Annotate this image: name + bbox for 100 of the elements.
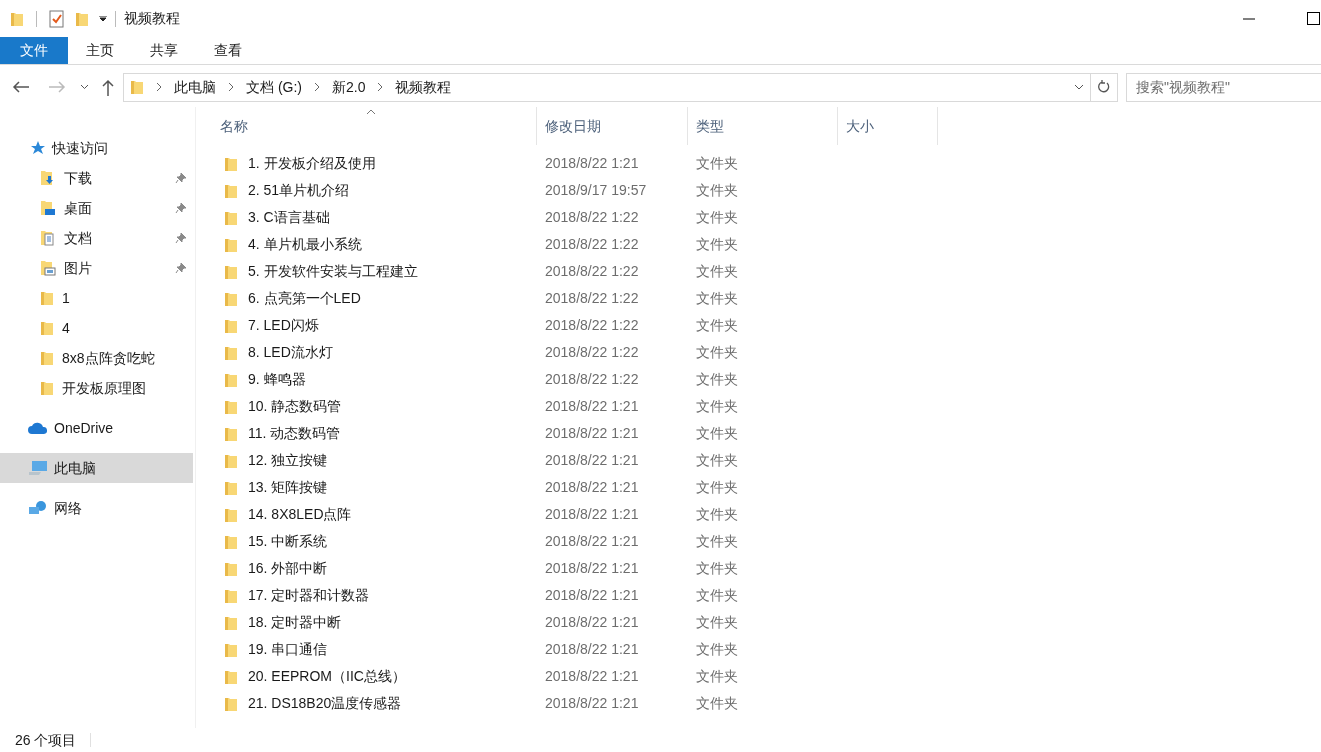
chevron-right-icon[interactable] [314, 82, 320, 92]
type-cell-text: 文件夹 [695, 559, 739, 578]
file-name[interactable]: 15. 中断系统 [248, 531, 328, 552]
refresh-icon[interactable] [1097, 80, 1111, 94]
type-cell-text: 文件夹 [695, 505, 739, 524]
folder-icon [224, 182, 238, 199]
sort-caret-icon [366, 109, 376, 115]
type-cell-text: 文件夹 [695, 316, 739, 335]
computer-icon [28, 460, 48, 476]
type-cell-text: 文件夹 [695, 451, 739, 470]
folder-icon [224, 317, 238, 334]
file-name[interactable]: 13. 矩阵按键 [248, 477, 328, 498]
chevron-right-icon[interactable] [156, 82, 162, 92]
properties-icon[interactable] [49, 9, 65, 28]
ribbon-tab[interactable]: 共享 [132, 37, 196, 64]
nav-item[interactable]: OneDrive [0, 413, 193, 443]
column-header[interactable]: 类型 [688, 107, 838, 145]
folder-icon [40, 320, 54, 336]
documents-folder-icon [40, 230, 56, 246]
back-arrow-icon[interactable] [12, 80, 30, 94]
breadcrumb[interactable]: 新2.0 [320, 76, 378, 98]
date-cell-text: 2018/8/22 1:21 [544, 667, 640, 686]
nav-item[interactable]: 下载 [0, 163, 193, 193]
type-cell-text: 文件夹 [695, 289, 739, 308]
date-cell-text: 2018/8/22 1:22 [544, 316, 640, 335]
nav-item[interactable]: 1 [0, 283, 193, 313]
file-name[interactable]: 21. DS18B20温度传感器 [248, 693, 402, 714]
file-name[interactable]: 1. 开发板介绍及使用 [248, 153, 376, 174]
type-cell-text: 文件夹 [695, 181, 739, 200]
nav-item[interactable]: 桌面 [0, 193, 193, 223]
file-name[interactable]: 10. 静态数码管 [248, 396, 342, 417]
date-cell-text: 2018/8/22 1:22 [544, 208, 640, 227]
nav-item[interactable]: 文档 [0, 223, 193, 253]
folder-icon [10, 10, 24, 27]
up-arrow-icon[interactable] [101, 78, 115, 96]
file-name[interactable]: 5. 开发软件安装与工程建立 [248, 261, 418, 282]
chevron-right-icon[interactable] [228, 82, 234, 92]
nav-item[interactable]: 网络 [0, 493, 193, 523]
file-name[interactable]: 12. 独立按键 [248, 450, 328, 471]
pin-icon[interactable] [175, 262, 187, 274]
folder-icon [224, 425, 238, 442]
file-name[interactable]: 8. LED流水灯 [248, 342, 333, 363]
file-name[interactable]: 11. 动态数码管 [248, 423, 341, 444]
date-cell-text: 2018/8/22 1:22 [544, 289, 640, 308]
folder-icon [224, 398, 238, 415]
ribbon-tab[interactable]: 查看 [196, 37, 260, 64]
nav-item[interactable]: 4 [0, 313, 193, 343]
nav-item[interactable]: 此电脑 [0, 453, 193, 483]
folder-icon [224, 587, 238, 604]
date-cell-text: 2018/8/22 1:21 [544, 478, 640, 497]
pin-icon[interactable] [175, 232, 187, 244]
date-cell-text: 2018/8/22 1:22 [544, 370, 640, 389]
file-name[interactable]: 16. 外部中断 [248, 558, 328, 579]
file-name[interactable]: 2. 51单片机介绍 [248, 180, 350, 201]
date-cell-text: 2018/9/17 19:57 [544, 181, 648, 200]
type-cell-text: 文件夹 [695, 424, 739, 443]
file-name[interactable]: 7. LED闪烁 [248, 315, 319, 336]
file-name[interactable]: 3. C语言基础 [248, 207, 330, 228]
file-name[interactable]: 9. 蜂鸣器 [248, 369, 306, 390]
file-name[interactable]: 20. EEPROM（IIC总线） [248, 666, 406, 687]
nav-item[interactable]: 8x8点阵贪吃蛇 [0, 343, 193, 373]
column-header[interactable]: 名称 [196, 107, 537, 145]
file-name[interactable]: 19. 串口通信 [248, 639, 328, 660]
chevron-down-icon[interactable] [1074, 84, 1084, 90]
nav-item[interactable]: 图片 [0, 253, 193, 283]
dropdown-icon[interactable] [99, 15, 107, 22]
date-cell-text: 2018/8/22 1:22 [544, 235, 640, 254]
breadcrumb[interactable]: 此电脑 [162, 76, 228, 98]
nav-item[interactable]: 快速访问 [0, 133, 193, 163]
ribbon-tab[interactable]: 主页 [68, 37, 132, 64]
column-header[interactable]: 大小 [838, 107, 938, 145]
address-field[interactable]: 此电脑 文档 (G:) 新2.0 视频教程 [123, 72, 1118, 102]
nav-item[interactable]: 开发板原理图 [0, 373, 193, 403]
file-name[interactable]: 14. 8X8LED点阵 [248, 504, 352, 525]
chevron-right-icon[interactable] [377, 82, 384, 92]
pin-icon[interactable] [175, 172, 187, 184]
breadcrumb[interactable]: 视频教程 [383, 76, 464, 98]
type-cell-text: 文件夹 [695, 640, 739, 659]
folder-icon [40, 380, 54, 396]
folder-icon [224, 695, 238, 712]
file-name[interactable]: 4. 单片机最小系统 [248, 234, 362, 255]
file-name[interactable]: 17. 定时器和计数器 [248, 585, 370, 606]
breadcrumb[interactable]: 文档 (G:) [234, 76, 314, 98]
column-header[interactable]: 修改日期 [537, 107, 688, 145]
chevron-down-icon[interactable] [80, 84, 89, 90]
type-cell-text: 文件夹 [695, 370, 739, 389]
pin-icon[interactable] [175, 202, 187, 214]
folder-icon [224, 533, 238, 550]
folder-icon [224, 506, 238, 523]
folder-icon [224, 371, 238, 388]
ribbon-tab[interactable]: 文件 [0, 37, 68, 64]
search-field[interactable]: 搜索"视频教程" [1126, 72, 1321, 102]
file-name[interactable]: 18. 定时器中断 [248, 612, 342, 633]
type-cell-text: 文件夹 [695, 397, 739, 416]
date-cell-text: 2018/8/22 1:21 [544, 613, 640, 632]
date-cell-text: 2018/8/22 1:21 [544, 532, 640, 551]
file-name[interactable]: 6. 点亮第一个LED [248, 288, 361, 309]
type-cell-text: 文件夹 [695, 694, 739, 713]
maximize-icon[interactable] [1307, 12, 1320, 25]
desktop-folder-icon [40, 200, 56, 216]
